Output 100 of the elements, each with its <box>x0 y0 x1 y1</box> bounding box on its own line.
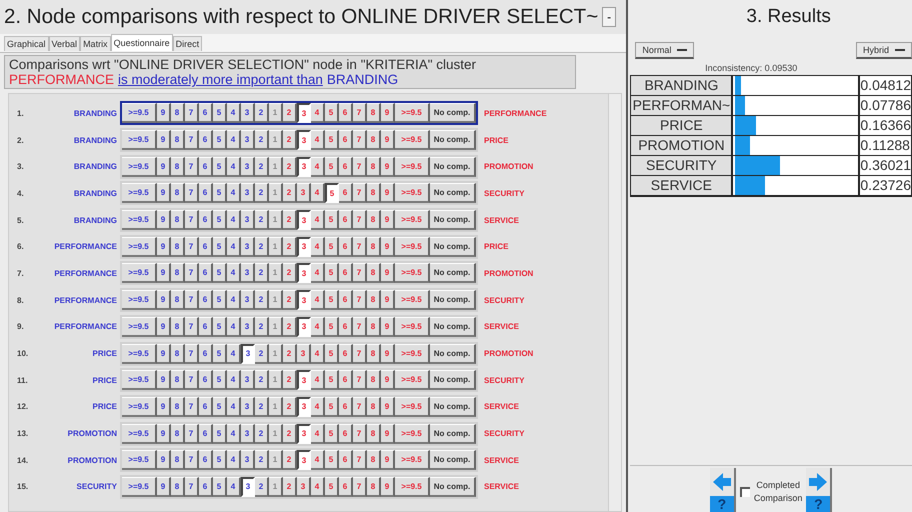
view-tab[interactable]: Graphical <box>4 36 49 51</box>
scale-option[interactable]: 8 <box>171 290 185 310</box>
scale-option[interactable]: 3 <box>297 370 311 390</box>
scale-option[interactable]: 7 <box>353 344 367 364</box>
scale-option[interactable]: 3 <box>297 290 311 310</box>
scale-option[interactable]: 5 <box>213 103 227 124</box>
scale-option[interactable]: 4 <box>227 263 241 284</box>
scale-option[interactable]: 5 <box>325 450 339 470</box>
scale-option[interactable]: 5 <box>213 424 227 444</box>
scale-option[interactable]: 2 <box>255 103 269 124</box>
scale-option[interactable]: >=9.5 <box>122 396 157 417</box>
scale-option[interactable]: 3 <box>241 344 255 364</box>
scale-option[interactable]: 6 <box>339 290 353 310</box>
scale-option[interactable]: 8 <box>171 316 185 337</box>
scale-option[interactable]: 6 <box>339 344 353 364</box>
scale-option[interactable]: No comp. <box>430 103 476 124</box>
scale-option[interactable]: 7 <box>185 290 199 310</box>
scale-option[interactable]: 6 <box>339 316 353 337</box>
scale-option[interactable]: 5 <box>213 156 227 177</box>
scale-option[interactable]: 8 <box>171 130 185 150</box>
scale-option[interactable]: 7 <box>353 450 367 470</box>
scale-option[interactable]: >=9.5 <box>395 156 430 177</box>
scale-option[interactable]: 9 <box>381 396 395 417</box>
scale-option[interactable]: 2 <box>283 263 297 284</box>
scale-option[interactable]: 2 <box>283 290 297 310</box>
scale-option[interactable]: 4 <box>311 130 325 150</box>
scale-option[interactable]: 3 <box>241 263 255 284</box>
scale-option[interactable]: 9 <box>157 183 171 204</box>
scale-option[interactable]: 5 <box>213 236 227 257</box>
scale-option[interactable]: 6 <box>199 290 213 310</box>
previous-button[interactable] <box>710 468 736 496</box>
scale-option[interactable]: >=9.5 <box>122 183 157 204</box>
scale-option[interactable]: 4 <box>311 344 325 364</box>
scale-option[interactable]: 9 <box>381 424 395 444</box>
scale-option[interactable]: 3 <box>297 424 311 444</box>
scale-option[interactable]: 4 <box>311 263 325 284</box>
scale-option[interactable]: 4 <box>311 370 325 390</box>
scale-option[interactable]: No comp. <box>430 450 476 470</box>
scale-option[interactable]: 5 <box>213 263 227 284</box>
scale-option[interactable]: 8 <box>367 450 381 470</box>
scale-option[interactable]: >=9.5 <box>122 156 157 177</box>
help-button[interactable]: ? <box>710 496 736 512</box>
scale-option[interactable]: 4 <box>227 370 241 390</box>
scale-option[interactable]: 8 <box>171 263 185 284</box>
scale-option[interactable]: 7 <box>353 396 367 417</box>
scale-option[interactable]: 8 <box>367 396 381 417</box>
scale-option[interactable]: 3 <box>241 236 255 257</box>
scale-option[interactable]: 3 <box>241 103 255 124</box>
scale-option[interactable]: 3 <box>297 156 311 177</box>
scale-option[interactable]: 2 <box>255 476 269 497</box>
mode-dropdown[interactable]: Normal <box>635 42 694 59</box>
scale-option[interactable]: 9 <box>381 370 395 390</box>
scale-option[interactable]: No comp. <box>430 424 476 444</box>
scale-option[interactable]: >=9.5 <box>395 450 430 470</box>
scale-option[interactable]: 4 <box>311 290 325 310</box>
scale-option[interactable]: 2 <box>255 156 269 177</box>
scale-option[interactable]: 6 <box>199 344 213 364</box>
scale-option[interactable]: >=9.5 <box>122 370 157 390</box>
scale-option[interactable]: 6 <box>199 130 213 150</box>
scale-option[interactable]: 9 <box>381 316 395 337</box>
scale-option[interactable]: 7 <box>185 450 199 470</box>
scale-option[interactable]: 3 <box>241 450 255 470</box>
scale-option[interactable]: 8 <box>367 156 381 177</box>
scale-option[interactable]: 2 <box>255 263 269 284</box>
scale-option[interactable]: 7 <box>185 183 199 204</box>
scale-option[interactable]: No comp. <box>430 156 476 177</box>
scale-option[interactable]: 7 <box>353 424 367 444</box>
scale-option[interactable]: No comp. <box>430 236 476 257</box>
scale-option[interactable]: 8 <box>367 210 381 230</box>
scale-option[interactable]: 4 <box>311 476 325 497</box>
scale-option[interactable]: 2 <box>255 316 269 337</box>
scale-option[interactable]: 3 <box>241 183 255 204</box>
scale-option[interactable]: 9 <box>157 103 171 124</box>
scale-option[interactable]: 4 <box>227 103 241 124</box>
scale-option[interactable]: 9 <box>157 396 171 417</box>
scale-option[interactable]: 3 <box>241 156 255 177</box>
scale-option[interactable]: 6 <box>199 183 213 204</box>
scale-option[interactable]: 4 <box>311 236 325 257</box>
scale-option[interactable]: 2 <box>255 424 269 444</box>
scale-option[interactable]: 2 <box>283 344 297 364</box>
scale-option[interactable]: 7 <box>353 316 367 337</box>
scale-option[interactable]: 2 <box>283 396 297 417</box>
view-tab[interactable]: Questionnaire <box>110 34 173 51</box>
scale-option[interactable]: 5 <box>213 210 227 230</box>
scale-option[interactable]: 4 <box>227 210 241 230</box>
scale-option[interactable]: 2 <box>255 370 269 390</box>
completed-checkbox[interactable] <box>740 487 750 497</box>
scale-option[interactable]: 4 <box>311 424 325 444</box>
scale-option[interactable]: 6 <box>339 450 353 470</box>
scale-option[interactable]: 8 <box>171 450 185 470</box>
scale-option[interactable]: >=9.5 <box>395 263 430 284</box>
scale-option[interactable]: 6 <box>339 210 353 230</box>
scale-option[interactable]: >=9.5 <box>122 210 157 230</box>
scale-option[interactable]: 6 <box>339 183 353 204</box>
scale-option[interactable]: 5 <box>325 210 339 230</box>
scale-option[interactable]: 5 <box>325 236 339 257</box>
scale-option[interactable]: 7 <box>185 396 199 417</box>
scale-option[interactable]: 7 <box>353 236 367 257</box>
scale-option[interactable]: 5 <box>325 344 339 364</box>
scale-option[interactable]: 2 <box>255 396 269 417</box>
